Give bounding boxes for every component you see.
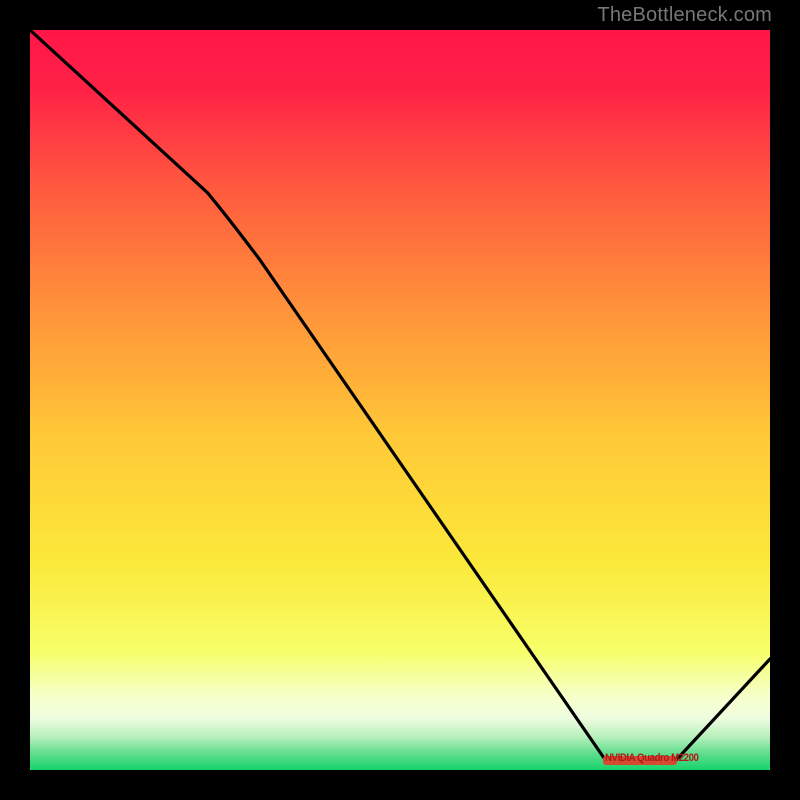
chart-svg <box>30 30 770 770</box>
gradient-background <box>30 30 770 770</box>
ideal-label: NVIDIA Quadro M2200 <box>605 752 698 764</box>
watermark-text: TheBottleneck.com <box>597 4 772 27</box>
plot-area: NVIDIA Quadro M2200 <box>30 30 770 770</box>
chart-frame: TheBottleneck.com <box>0 0 800 800</box>
